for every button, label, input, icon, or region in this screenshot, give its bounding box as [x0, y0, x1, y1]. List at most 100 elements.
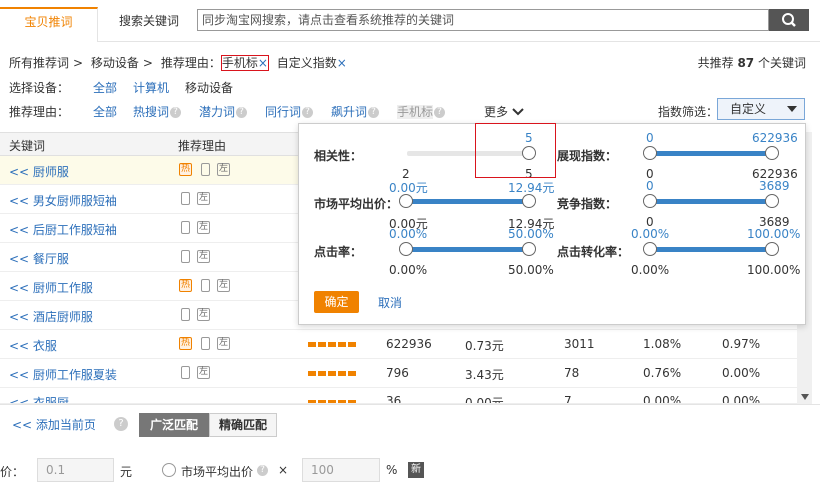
table-row[interactable]: << 衣服 热 左 622936 0.73元 3011 1.08% 0.97%: [0, 330, 797, 359]
show-index: 796: [386, 366, 409, 380]
ctr-min-value: 0.00%: [389, 227, 428, 241]
avg-bid: 0.73元: [465, 339, 504, 353]
keyword-link[interactable]: << 衣服厨: [9, 394, 69, 403]
avg-bid-knob-max[interactable]: [522, 194, 536, 208]
bid-input[interactable]: 0.1: [37, 458, 114, 482]
help-icon[interactable]: ?: [302, 107, 314, 118]
device-pc[interactable]: 计算机: [133, 79, 169, 96]
keyword-link[interactable]: << 衣服: [9, 337, 57, 354]
exact-match-button[interactable]: 精确匹配: [209, 413, 277, 437]
reason-hot[interactable]: 热搜词?: [133, 103, 182, 120]
help-icon[interactable]: ?: [368, 107, 380, 118]
table-row[interactable]: << 衣服厨 36 0.00元 7 0.00% 0.00%: [0, 388, 797, 404]
show-index: 622936: [386, 337, 432, 351]
device-label: 选择设备：: [9, 81, 70, 95]
new-badge: 新: [408, 462, 424, 478]
crumb-all[interactable]: 所有推荐词: [9, 56, 69, 70]
bid-unit: 元: [120, 465, 133, 479]
show-index-max-value: 622936: [752, 131, 798, 145]
ctr-knob-min[interactable]: [399, 242, 413, 256]
remove-custom-index-icon[interactable]: ×: [337, 56, 347, 70]
keyword-link[interactable]: << 后厨工作服短袖: [9, 221, 117, 238]
side-icon: 左: [217, 163, 230, 176]
keyword-link[interactable]: << 酒店厨师服: [9, 308, 93, 325]
help-icon[interactable]: ?: [434, 107, 446, 118]
hot-icon: 热: [179, 337, 192, 350]
show-index-min-value: 0: [646, 131, 654, 145]
reason-rising[interactable]: 飙升词?: [331, 103, 380, 120]
keyword-link[interactable]: << 男女厨师服短袖: [9, 192, 117, 209]
device-all[interactable]: 全部: [93, 79, 117, 96]
ctr-slider[interactable]: [407, 247, 529, 252]
search-input[interactable]: 同步淘宝网搜索，请点击查看系统推荐的关键词: [197, 9, 769, 31]
keyword-link[interactable]: << 厨师服: [9, 163, 69, 180]
cvr: 0.97%: [722, 337, 761, 351]
bottom-toolbar: << 添加当前页 ? 广泛匹配 精确匹配: [0, 404, 820, 444]
crumb-sep: >: [73, 56, 84, 70]
help-icon[interactable]: ?: [236, 107, 248, 118]
side-icon: 左: [197, 366, 210, 379]
more-button[interactable]: 更多: [484, 103, 524, 120]
reason-potential[interactable]: 潜力词?: [199, 103, 248, 120]
bid-label: 出价：: [0, 465, 25, 479]
device-mobile[interactable]: 移动设备: [185, 79, 233, 96]
avg-bid: 3.43元: [465, 368, 504, 382]
tab-item-recommend[interactable]: 宝贝推词: [0, 7, 98, 42]
cvr-slider[interactable]: [651, 247, 773, 252]
confirm-button[interactable]: 确定: [314, 291, 359, 313]
help-icon[interactable]: ?: [170, 107, 182, 118]
relevance-label: 相关性：: [314, 149, 363, 163]
scroll-down-icon[interactable]: [801, 394, 809, 400]
cvr-knob-max[interactable]: [765, 242, 779, 256]
keyword-link[interactable]: << 厨师工作服: [9, 279, 93, 296]
show-index-knob-min[interactable]: [643, 146, 657, 160]
search-button[interactable]: [769, 9, 809, 31]
cvr-max-value: 100.00%: [747, 227, 801, 241]
competition: 7: [564, 394, 572, 404]
phone-icon: [201, 279, 210, 292]
caret-down-icon: [787, 106, 797, 112]
remove-phone-tag-icon[interactable]: ×: [258, 56, 268, 70]
show-index-slider[interactable]: [651, 151, 773, 156]
cvr-knob-min[interactable]: [643, 242, 657, 256]
competition-slider[interactable]: [651, 199, 773, 204]
keyword-link[interactable]: << 厨师工作服夏装: [9, 366, 117, 383]
avg-bid-slider[interactable]: [407, 199, 529, 204]
help-icon[interactable]: ?: [257, 465, 268, 476]
cancel-button[interactable]: 取消: [378, 294, 402, 311]
reason-peer[interactable]: 同行词?: [265, 103, 314, 120]
cvr: 0.00%: [722, 394, 761, 404]
side-icon: 左: [197, 250, 210, 263]
market-bid-label: 市场平均出价: [181, 465, 254, 479]
add-current-page-link[interactable]: << 添加当前页: [12, 416, 96, 433]
tab-search-keywords[interactable]: 搜索关键词: [104, 8, 194, 42]
crumb-mobile[interactable]: 移动设备: [91, 56, 139, 70]
help-icon[interactable]: ?: [114, 417, 128, 431]
avg-bid-knob-min[interactable]: [399, 194, 413, 208]
hot-icon: 热: [179, 163, 192, 176]
phone-icon: [181, 308, 190, 321]
reason-label: 推荐理由：: [9, 105, 70, 119]
table-row[interactable]: << 厨师工作服夏装 左 796 3.43元 78 0.76% 0.00%: [0, 359, 797, 388]
filter-select[interactable]: 自定义: [717, 98, 805, 120]
percent-input[interactable]: 100: [302, 458, 380, 482]
competition: 78: [564, 366, 580, 380]
market-bid-radio[interactable]: [162, 463, 176, 477]
show-index-knob-max[interactable]: [765, 146, 779, 160]
ctr-knob-max[interactable]: [522, 242, 536, 256]
reason-all[interactable]: 全部: [93, 103, 117, 120]
filter-value: 自定义: [730, 102, 767, 116]
competition: 3011: [564, 337, 595, 351]
header-keyword: 关键词: [9, 139, 46, 153]
relevance-bar: [308, 342, 358, 347]
broad-match-button[interactable]: 广泛匹配: [139, 413, 209, 437]
crumb-sep: >: [142, 56, 153, 70]
cvr: 0.00%: [722, 366, 761, 380]
competition-knob-min[interactable]: [643, 194, 657, 208]
competition-knob-max[interactable]: [765, 194, 779, 208]
crumb-phone-label: 手机标: [221, 56, 258, 70]
total-count: 共推荐 87 个关键词: [697, 56, 806, 70]
keyword-link[interactable]: << 餐厅服: [9, 250, 69, 267]
table-header: 关键词 推荐理由: [0, 132, 300, 156]
reason-phone[interactable]: 手机标?: [397, 103, 446, 120]
